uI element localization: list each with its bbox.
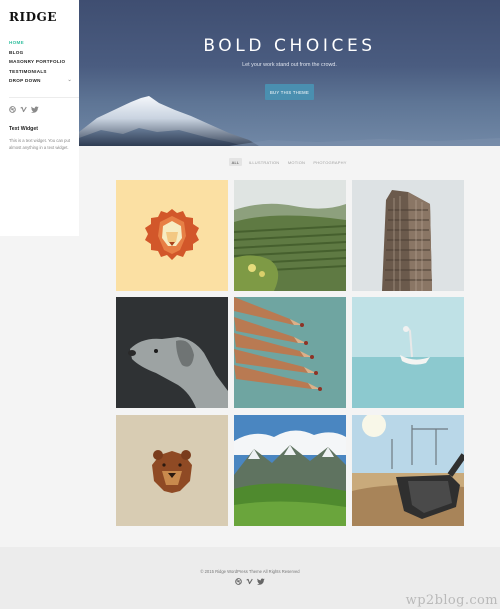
portfolio-item-lion[interactable] bbox=[116, 180, 228, 291]
watermark: wp2blog.com bbox=[405, 593, 498, 608]
main-nav: HOME BLOG MASONRY PORTFOLIO TESTIMONIALS… bbox=[9, 38, 72, 86]
flatiron-building-photo bbox=[352, 180, 464, 291]
copyright-text: © 2015 Ridge WordPress Theme All Rights … bbox=[200, 569, 300, 574]
hero-title: BOLD CHOICES bbox=[203, 36, 376, 56]
nav-item-testimonials[interactable]: TESTIMONIALS bbox=[9, 67, 70, 77]
filter-all[interactable]: ALL bbox=[229, 158, 242, 166]
lion-illustration bbox=[116, 180, 228, 291]
dog-photo bbox=[116, 297, 228, 408]
buy-theme-button[interactable]: BUY THIS THEME bbox=[265, 84, 314, 100]
nav-item-home[interactable]: HOME bbox=[9, 38, 70, 48]
sidebar-divider bbox=[9, 96, 79, 98]
portfolio-item-bear[interactable] bbox=[116, 415, 228, 526]
hero-subtitle: Let your work stand out from the crowd. bbox=[242, 62, 337, 68]
portfolio-item-pencils[interactable] bbox=[234, 297, 346, 408]
sidebar-social bbox=[9, 106, 70, 113]
filter-photography[interactable]: PHOTOGRAPHY bbox=[310, 158, 350, 166]
portfolio-item-flatiron[interactable] bbox=[352, 180, 464, 291]
dribbble-icon[interactable] bbox=[9, 106, 16, 113]
widget-title: Text Widget bbox=[9, 125, 38, 132]
portfolio-item-dog[interactable] bbox=[116, 297, 228, 408]
nav-item-drop-down-label: DROP DOWN bbox=[9, 78, 41, 84]
portfolio-grid bbox=[116, 180, 464, 526]
nav-item-masonry-portfolio[interactable]: MASONRY PORTFOLIO bbox=[9, 57, 70, 67]
twitter-icon[interactable] bbox=[31, 106, 39, 113]
filter-motion[interactable]: MOTION bbox=[284, 158, 309, 166]
bear-illustration bbox=[116, 415, 228, 526]
vimeo-icon[interactable] bbox=[246, 578, 253, 585]
filter-illustration[interactable]: ILLUSTRATION bbox=[245, 158, 283, 166]
boat-photo bbox=[352, 297, 464, 408]
widget-text: This is a text widget. You can put almos… bbox=[9, 137, 70, 150]
footer-social bbox=[0, 578, 500, 585]
dribbble-icon[interactable] bbox=[235, 578, 242, 585]
vimeo-icon[interactable] bbox=[20, 106, 27, 113]
portfolio-item-mountain-valley[interactable] bbox=[234, 415, 346, 526]
footer: © 2015 Ridge WordPress Theme All Rights … bbox=[0, 547, 500, 609]
twitter-icon[interactable] bbox=[257, 578, 265, 585]
tea-hills-photo bbox=[234, 180, 346, 291]
nav-item-drop-down[interactable]: DROP DOWN ⌄ bbox=[9, 76, 72, 86]
portfolio-item-excavator[interactable] bbox=[352, 415, 464, 526]
nav-item-blog[interactable]: BLOG bbox=[9, 48, 70, 58]
sidebar: RIDGE HOME BLOG MASONRY PORTFOLIO TESTIM… bbox=[0, 0, 79, 236]
mountain-image bbox=[79, 96, 500, 146]
site-logo[interactable]: RIDGE bbox=[9, 10, 70, 24]
mountain-valley-photo bbox=[234, 415, 346, 526]
colored-pencils-photo bbox=[234, 297, 346, 408]
portfolio-item-boat[interactable] bbox=[352, 297, 464, 408]
hero-banner: BOLD CHOICES Let your work stand out fro… bbox=[79, 0, 500, 146]
chevron-down-icon: ⌄ bbox=[67, 77, 72, 84]
excavator-photo bbox=[352, 415, 464, 526]
portfolio-item-tea-hills[interactable] bbox=[234, 180, 346, 291]
